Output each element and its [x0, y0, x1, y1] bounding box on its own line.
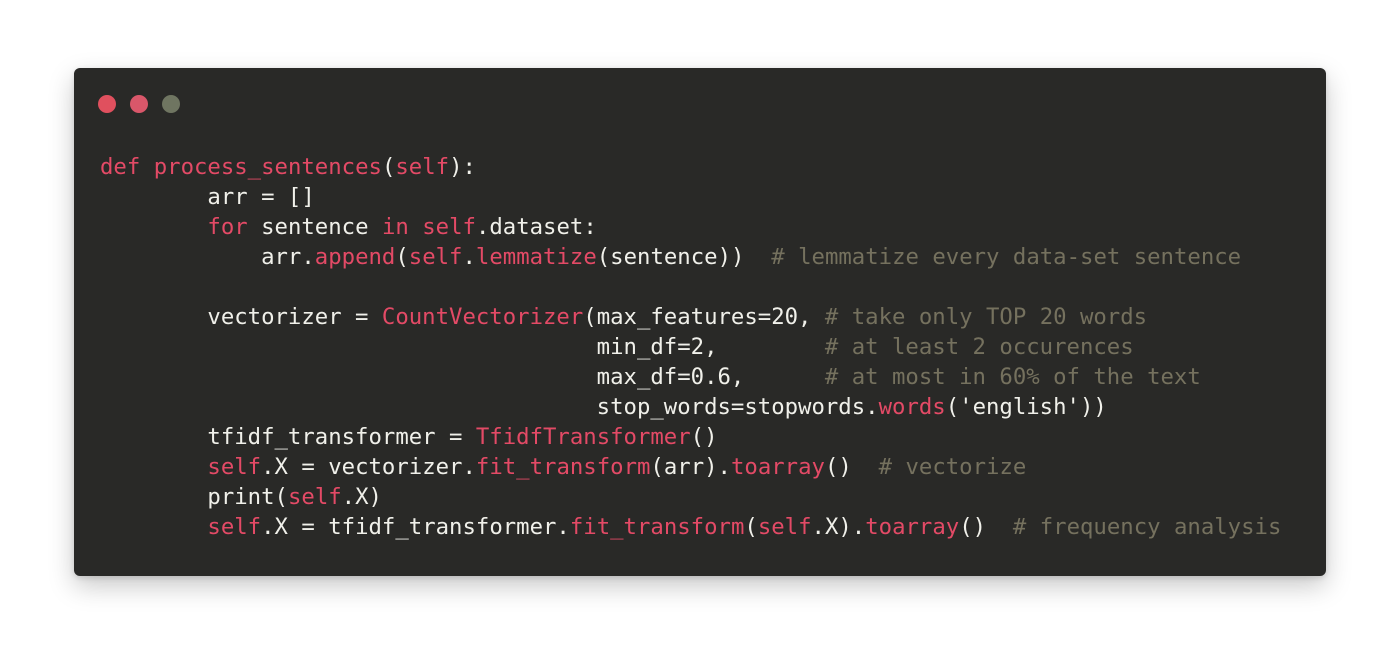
- code-comment: # at least 2 occurences: [824, 334, 1134, 360]
- code-text: .X).: [811, 514, 866, 540]
- minimize-window-dot[interactable]: [130, 95, 148, 113]
- code-text: max_df=0.6,: [100, 364, 825, 390]
- code-text: vectorizer =: [100, 304, 382, 330]
- code-text: min_df=2,: [100, 334, 825, 360]
- code-text: (): [959, 514, 1013, 540]
- code-keyword: self: [757, 514, 812, 540]
- code-line: self.X = tfidf_transformer.fit_transform…: [100, 512, 1281, 542]
- code-text: .: [462, 244, 476, 270]
- close-window-dot[interactable]: [98, 95, 116, 113]
- code-text: stop_words=stopwords.: [100, 394, 879, 420]
- code-text: print: [207, 484, 275, 510]
- code-line: def process_sentences(self):: [100, 152, 1281, 182]
- code-keyword: self: [395, 154, 450, 180]
- code-text: ('english')): [945, 394, 1107, 420]
- code-keyword: in: [381, 214, 409, 240]
- code-text: .X): [341, 484, 382, 510]
- code-keyword: for: [207, 214, 248, 240]
- code-window: def process_sentences(self): arr = [] fo…: [74, 68, 1326, 576]
- code-text: arr = []: [100, 184, 315, 210]
- code-text: (max_features=20,: [583, 304, 825, 330]
- code-keyword: fit_transform: [475, 454, 651, 480]
- code-line: vectorizer = CountVectorizer(max_feature…: [100, 302, 1281, 332]
- code-text: tfidf_transformer =: [100, 424, 476, 450]
- code-text: (: [744, 514, 758, 540]
- code-keyword: CountVectorizer: [381, 304, 584, 330]
- code-keyword: toarray: [730, 454, 825, 480]
- code-block: def process_sentences(self): arr = [] fo…: [100, 152, 1281, 542]
- code-keyword: append: [314, 244, 396, 270]
- code-text: (): [690, 424, 718, 450]
- code-keyword: def: [100, 154, 141, 180]
- code-text: (: [381, 154, 396, 180]
- code-text: .dataset:: [475, 214, 597, 240]
- code-text: (: [274, 484, 288, 510]
- code-text: (): [824, 454, 879, 480]
- code-comment: # frequency analysis: [1012, 514, 1282, 540]
- code-keyword: self: [207, 454, 262, 480]
- code-text: sentence: [247, 214, 382, 240]
- code-keyword: self: [422, 214, 476, 240]
- code-line: min_df=2, # at least 2 occurences: [100, 332, 1281, 362]
- code-text: (arr).: [650, 454, 731, 480]
- code-comment: # vectorize: [878, 454, 1027, 480]
- maximize-window-dot[interactable]: [162, 95, 180, 113]
- code-keyword: fit_transform: [569, 514, 745, 540]
- code-keyword: words: [878, 394, 946, 420]
- code-line: arr = []: [100, 182, 1281, 212]
- code-keyword: lemmatize: [475, 244, 597, 270]
- code-comment: # at most in 60% of the text: [824, 364, 1201, 390]
- code-keyword: toarray: [865, 514, 960, 540]
- code-keyword: self: [287, 484, 342, 510]
- code-text: .X = vectorizer.: [261, 454, 476, 480]
- code-comment: # lemmatize every data-set sentence: [771, 244, 1242, 270]
- code-line: for sentence in self.dataset:: [100, 212, 1281, 242]
- code-keyword: self: [207, 514, 262, 540]
- code-text: (: [395, 244, 409, 270]
- code-text: .X = tfidf_transformer.: [261, 514, 570, 540]
- code-line: stop_words=stopwords.words('english')): [100, 392, 1281, 422]
- code-line: max_df=0.6, # at most in 60% of the text: [100, 362, 1281, 392]
- code-comment: # take only TOP 20 words: [824, 304, 1148, 330]
- code-text: arr.: [100, 244, 315, 270]
- code-line: arr.append(self.lemmatize(sentence)) # l…: [100, 242, 1281, 272]
- code-line: self.X = vectorizer.fit_transform(arr).t…: [100, 452, 1281, 482]
- code-line: tfidf_transformer = TfidfTransformer(): [100, 422, 1281, 452]
- code-text: ):: [449, 154, 476, 180]
- code-keyword: TfidfTransformer: [475, 424, 691, 450]
- code-line: print(self.X): [100, 482, 1281, 512]
- code-keyword: process_sentences: [153, 154, 382, 180]
- code-text: (sentence)): [596, 244, 772, 270]
- code-keyword: self: [408, 244, 463, 270]
